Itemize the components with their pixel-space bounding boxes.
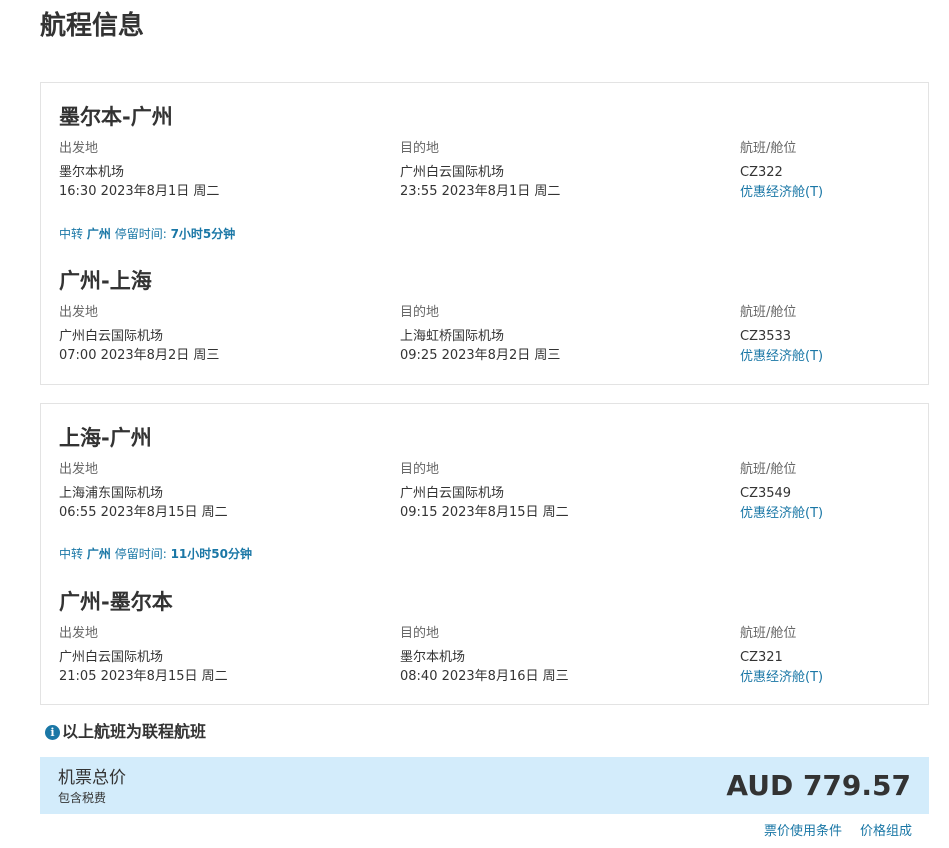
arrival-airport: 墨尔本机场 bbox=[400, 650, 466, 665]
arrival-column: 目的地 墨尔本机场 08:40 2023年8月16日 周三 bbox=[400, 626, 569, 686]
flight-segment: 上海-广州 出发地 上海浦东国际机场 06:55 2023年8月15日 周二 目… bbox=[59, 424, 919, 522]
cabin-class-link[interactable]: 优惠经济舱(T) bbox=[740, 503, 823, 525]
arrival-time: 08:40 2023年8月16日 周三 bbox=[400, 669, 569, 684]
departure-time: 06:55 2023年8月15日 周二 bbox=[59, 505, 228, 520]
arrival-column: 目的地 上海虹桥国际机场 09:25 2023年8月2日 周三 bbox=[400, 305, 560, 365]
departure-label: 出发地 bbox=[59, 626, 99, 641]
arrival-column: 目的地 广州白云国际机场 23:55 2023年8月1日 周二 bbox=[400, 141, 560, 201]
flight-cabin-label: 航班/舱位 bbox=[740, 462, 797, 477]
departure-column: 出发地 广州白云国际机场 07:00 2023年8月2日 周三 bbox=[59, 305, 219, 365]
departure-time: 21:05 2023年8月15日 周二 bbox=[59, 669, 228, 684]
transfer-city: 广州 bbox=[86, 547, 111, 561]
flight-number: CZ3533 bbox=[740, 329, 792, 344]
transfer-city: 广州 bbox=[86, 227, 111, 241]
flight-number: CZ322 bbox=[740, 165, 783, 180]
cabin-class-link[interactable]: 优惠经济舱(T) bbox=[740, 346, 823, 368]
transfer-prefix: 中转 bbox=[59, 227, 84, 241]
departure-airport: 墨尔本机场 bbox=[59, 165, 125, 180]
arrival-airport: 上海虹桥国际机场 bbox=[400, 329, 505, 344]
departure-airport: 广州白云国际机场 bbox=[59, 650, 164, 665]
flight-number: CZ321 bbox=[740, 650, 783, 665]
arrival-label: 目的地 bbox=[400, 305, 440, 320]
arrival-airport: 广州白云国际机场 bbox=[400, 486, 505, 501]
flight-cabin-label: 航班/舱位 bbox=[740, 305, 797, 320]
departure-label: 出发地 bbox=[59, 462, 99, 477]
return-trip-card: 上海-广州 出发地 上海浦东国际机场 06:55 2023年8月15日 周二 目… bbox=[40, 403, 929, 705]
flight-segment: 墨尔本-广州 出发地 墨尔本机场 16:30 2023年8月1日 周二 目的地 … bbox=[59, 103, 919, 201]
flight-number: CZ3549 bbox=[740, 486, 792, 501]
departure-time: 07:00 2023年8月2日 周三 bbox=[59, 348, 220, 363]
fare-rules-link[interactable]: 票价使用条件 bbox=[764, 822, 842, 842]
arrival-label: 目的地 bbox=[400, 141, 440, 156]
flight-segment: 广州-墨尔本 出发地 广州白云国际机场 21:05 2023年8月15日 周二 … bbox=[59, 588, 919, 686]
departure-column: 出发地 墨尔本机场 16:30 2023年8月1日 周二 bbox=[59, 141, 219, 201]
segment-route: 广州-墨尔本 bbox=[59, 590, 173, 614]
departure-column: 出发地 广州白云国际机场 21:05 2023年8月15日 周二 bbox=[59, 626, 228, 686]
flight-column: 航班/舱位 CZ3549 优惠经济舱(T) bbox=[740, 462, 823, 525]
departure-airport: 上海浦东国际机场 bbox=[59, 486, 164, 501]
stay-duration: 11小时50分钟 bbox=[170, 547, 252, 561]
arrival-column: 目的地 广州白云国际机场 09:15 2023年8月15日 周二 bbox=[400, 462, 569, 522]
total-price-label: 机票总价 bbox=[58, 768, 126, 788]
cabin-class-link[interactable]: 优惠经济舱(T) bbox=[740, 182, 823, 204]
cabin-class-link[interactable]: 优惠经济舱(T) bbox=[740, 667, 823, 689]
footer-links: 票价使用条件 价格组成 bbox=[764, 822, 912, 842]
segment-route: 广州-上海 bbox=[59, 269, 152, 293]
flight-column: 航班/舱位 CZ322 优惠经济舱(T) bbox=[740, 141, 823, 204]
departure-time: 16:30 2023年8月1日 周二 bbox=[59, 184, 220, 199]
outbound-trip-card: 墨尔本-广州 出发地 墨尔本机场 16:30 2023年8月1日 周二 目的地 … bbox=[40, 82, 929, 385]
tax-included-note: 包含税费 bbox=[58, 791, 107, 805]
arrival-time: 09:25 2023年8月2日 周三 bbox=[400, 348, 561, 363]
transfer-info: 中转 广州 停留时间: 7小时5分钟 bbox=[59, 226, 235, 242]
arrival-label: 目的地 bbox=[400, 626, 440, 641]
page-title: 航程信息 bbox=[40, 11, 145, 41]
departure-label: 出发地 bbox=[59, 141, 99, 156]
stay-duration: 7小时5分钟 bbox=[170, 227, 236, 241]
stay-label: 停留时间: bbox=[114, 547, 167, 561]
connecting-flight-note: i 以上航班为联程航班 bbox=[45, 721, 206, 743]
info-icon: i bbox=[45, 724, 60, 740]
flight-cabin-label: 航班/舱位 bbox=[740, 141, 797, 156]
segment-route: 上海-广州 bbox=[59, 426, 152, 450]
total-price-box: 机票总价 包含税费 AUD 779.57 bbox=[40, 757, 929, 814]
flight-segment: 广州-上海 出发地 广州白云国际机场 07:00 2023年8月2日 周三 目的… bbox=[59, 267, 919, 365]
flight-column: 航班/舱位 CZ3533 优惠经济舱(T) bbox=[740, 305, 823, 368]
departure-label: 出发地 bbox=[59, 305, 99, 320]
flight-column: 航班/舱位 CZ321 优惠经济舱(T) bbox=[740, 626, 823, 689]
transfer-prefix: 中转 bbox=[59, 547, 84, 561]
arrival-label: 目的地 bbox=[400, 462, 440, 477]
total-price-value: AUD 779.57 bbox=[726, 769, 911, 802]
flight-cabin-label: 航班/舱位 bbox=[740, 626, 797, 641]
price-breakdown-link[interactable]: 价格组成 bbox=[860, 822, 912, 842]
departure-column: 出发地 上海浦东国际机场 06:55 2023年8月15日 周二 bbox=[59, 462, 228, 522]
departure-airport: 广州白云国际机场 bbox=[59, 329, 164, 344]
segment-route: 墨尔本-广州 bbox=[59, 105, 173, 129]
arrival-time: 23:55 2023年8月1日 周二 bbox=[400, 184, 561, 199]
arrival-time: 09:15 2023年8月15日 周二 bbox=[400, 505, 569, 520]
arrival-airport: 广州白云国际机场 bbox=[400, 165, 505, 180]
stay-label: 停留时间: bbox=[114, 227, 167, 241]
transfer-info: 中转 广州 停留时间: 11小时50分钟 bbox=[59, 546, 252, 562]
connecting-flight-text: 以上航班为联程航班 bbox=[62, 722, 207, 741]
